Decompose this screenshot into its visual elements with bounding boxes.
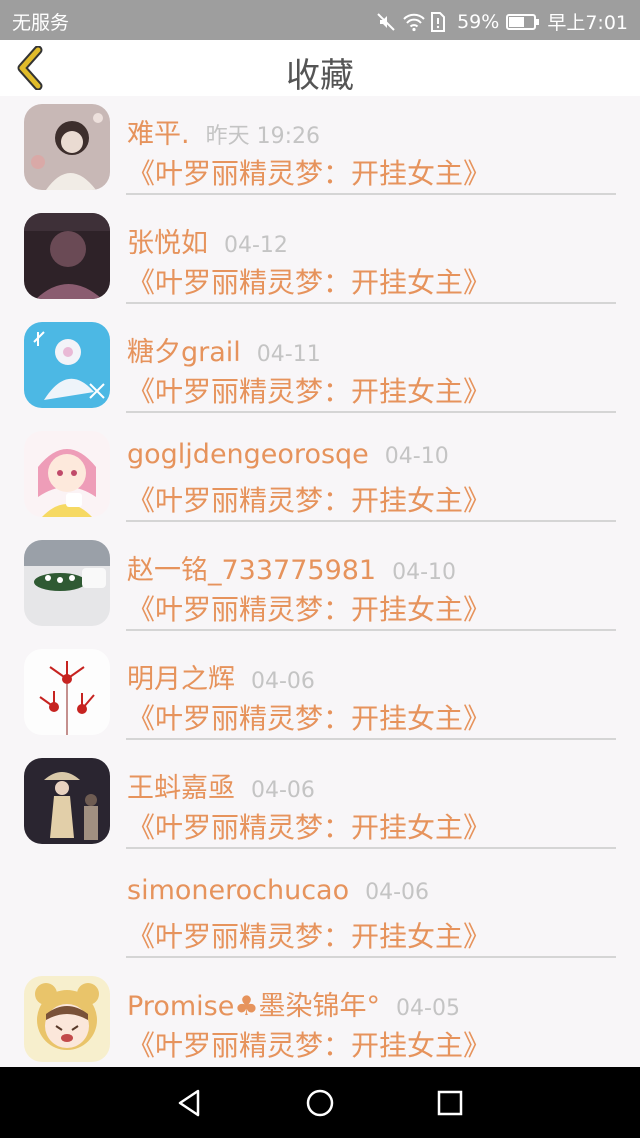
book-title: 《叶罗丽精灵梦：开挂女主》 <box>127 811 492 844</box>
user-name: gogljdengeorosqe <box>127 439 369 470</box>
avatar <box>24 431 110 517</box>
avatar <box>24 976 110 1062</box>
sim-alert-icon <box>430 11 450 32</box>
timestamp: 04-06 <box>365 880 430 905</box>
title-bar: 收藏 <box>0 40 640 96</box>
book-title: 《叶罗丽精灵梦：开挂女主》 <box>127 702 492 735</box>
carrier-label: 无服务 <box>12 12 70 34</box>
mute-icon <box>376 12 396 32</box>
favorite-item[interactable]: 糖夕grail 04-11 《叶罗丽精灵梦：开挂女主》 <box>0 314 640 423</box>
user-name: 张悦如 <box>127 228 208 259</box>
book-title: 《叶罗丽精灵梦：开挂女主》 <box>127 375 492 408</box>
timestamp: 04-06 <box>251 778 315 803</box>
timestamp: 04-11 <box>256 342 321 367</box>
navigation-bar <box>0 1067 640 1138</box>
clock: 早上7:01 <box>547 12 628 34</box>
battery-icon <box>506 12 540 32</box>
timestamp: 04-10 <box>384 444 449 469</box>
favorite-item[interactable]: 赵一铭_733775981 04-10 《叶罗丽精灵梦：开挂女主》 <box>0 532 640 641</box>
divider <box>126 956 616 958</box>
favorite-item[interactable]: Promise♣墨染锦年° 04-05 《叶罗丽精灵梦：开挂女主》 <box>0 968 640 1067</box>
favorite-item[interactable]: 明月之辉 04-06 《叶罗丽精灵梦：开挂女主》 <box>0 641 640 750</box>
divider <box>126 411 616 413</box>
user-name: Promise♣墨染锦年° <box>127 991 381 1022</box>
user-name: 糖夕grail <box>127 337 241 368</box>
favorite-item[interactable]: 难平. 昨天 19:26 《叶罗丽精灵梦：开挂女主》 <box>0 96 640 205</box>
status-bar: 无服务 59% 早上7:01 <box>0 0 640 40</box>
favorite-item[interactable]: 王蚪嘉亟 04-06 《叶罗丽精灵梦：开挂女主》 <box>0 750 640 859</box>
avatar <box>24 322 110 408</box>
timestamp: 昨天 19:26 <box>205 124 320 149</box>
user-name: 明月之辉 <box>127 664 235 695</box>
back-triangle-icon <box>178 1089 200 1117</box>
recents-square-icon <box>437 1090 463 1116</box>
avatar <box>24 213 110 299</box>
favorite-item[interactable]: gogljdengeorosqe 04-10 《叶罗丽精灵梦：开挂女主》 <box>0 423 640 532</box>
user-name: simonerochucao <box>127 875 350 906</box>
timestamp: 04-12 <box>224 233 288 258</box>
user-name: 赵一铭_733775981 <box>127 555 377 586</box>
avatar <box>24 758 110 844</box>
divider <box>126 738 616 740</box>
divider <box>126 193 616 195</box>
timestamp: 04-05 <box>396 996 460 1021</box>
avatar <box>24 540 110 626</box>
book-title: 《叶罗丽精灵梦：开挂女主》 <box>127 157 492 190</box>
home-circle-icon <box>306 1089 334 1117</box>
favorite-item[interactable]: 张悦如 04-12 《叶罗丽精灵梦：开挂女主》 <box>0 205 640 314</box>
divider <box>126 302 616 304</box>
nav-back-button[interactable] <box>172 1085 208 1121</box>
book-title: 《叶罗丽精灵梦：开挂女主》 <box>127 266 492 299</box>
book-title: 《叶罗丽精灵梦：开挂女主》 <box>127 920 492 953</box>
divider <box>126 847 616 849</box>
favorites-list: 难平. 昨天 19:26 《叶罗丽精灵梦：开挂女主》 张悦如 04-12 《叶罗丽精… <box>0 96 640 1067</box>
book-title: 《叶罗丽精灵梦：开挂女主》 <box>127 1029 492 1062</box>
book-title: 《叶罗丽精灵梦：开挂女主》 <box>127 484 492 517</box>
book-title: 《叶罗丽精灵梦：开挂女主》 <box>127 593 492 626</box>
avatar <box>24 104 110 190</box>
nav-recents-button[interactable] <box>432 1085 468 1121</box>
user-name: 难平. <box>127 119 190 150</box>
page-title: 收藏 <box>286 56 354 96</box>
timestamp: 04-06 <box>251 669 315 694</box>
timestamp: 04-10 <box>392 560 457 585</box>
avatar <box>24 649 110 735</box>
nav-home-button[interactable] <box>302 1085 338 1121</box>
wifi-icon <box>403 12 425 32</box>
battery-percent: 59% <box>457 10 500 33</box>
divider <box>126 629 616 631</box>
user-name: 王蚪嘉亟 <box>127 773 235 804</box>
favorite-item[interactable]: simonerochucao 04-06 《叶罗丽精灵梦：开挂女主》 <box>0 859 640 968</box>
divider <box>126 520 616 522</box>
